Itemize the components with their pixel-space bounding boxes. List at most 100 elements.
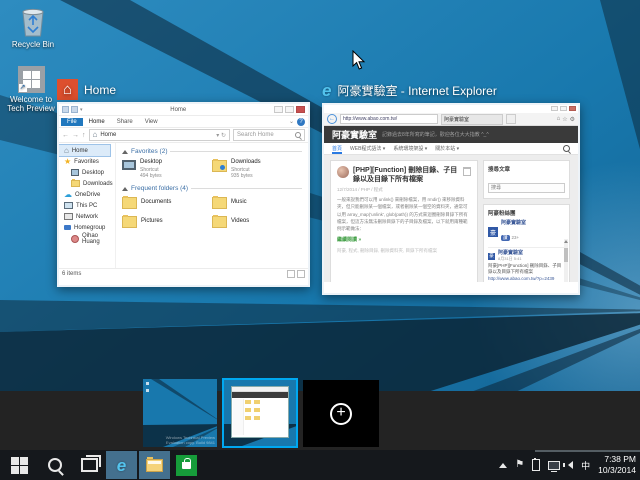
start-button[interactable] <box>0 451 38 479</box>
home-icon: ⌂ <box>64 147 69 155</box>
site-nav: 首頁 WEB程式語法 ▾ 系統環境架設 ▾ 關於本站 ▾ <box>324 143 578 155</box>
article-body: 一般來說我們可以用 unlink() 來刪除檔案，用 rmdir() 來移除資料… <box>337 196 471 232</box>
site-tagline: 記錄過去8年所寫的筆記，歡迎各位大大指教 ^_^ <box>382 131 489 138</box>
explorer-address-bar: ← → ↑ ⌂ Home ▾ ↻ Search Home <box>59 128 308 143</box>
desktop-thumbnail-1[interactable]: Windows Technical Preview Evaluation cop… <box>143 379 217 447</box>
scroll-up-icon <box>564 240 568 243</box>
fb-post-link: http://www.abao.com.tw/?p=2439 <box>488 276 565 281</box>
recycle-bin-icon <box>18 6 48 38</box>
add-desktop-button[interactable]: + <box>303 380 379 447</box>
nav-item-homegroup: Homegroup <box>59 222 115 233</box>
folder-item-documents: Documents <box>122 196 212 209</box>
taskbar-store-button[interactable] <box>172 451 200 479</box>
desktop-thumbnail-2-active[interactable] <box>222 378 298 448</box>
watermark: Windows Technical Preview Evaluation cop… <box>166 435 215 445</box>
taskview-label-ie: e 阿豪實驗室 - Internet Explorer <box>322 82 497 99</box>
show-hidden-icons-button[interactable] <box>499 463 507 468</box>
explorer-nav-pane: ⌂ Home ★ Favorites Desktop Downloads ☁ O… <box>59 143 116 268</box>
minimize-button <box>274 106 283 113</box>
item-size: 494 bytes <box>140 173 162 179</box>
nav-label: Qihao Huang <box>82 233 115 245</box>
site-search-input <box>488 183 565 193</box>
item-name: Downloads <box>231 159 261 167</box>
nav-label: Network <box>76 214 98 220</box>
mouse-cursor <box>352 50 366 70</box>
taskview-thumbnail-explorer[interactable]: ▾ Home File Home Share View ⌄ ? ← → ↑ ⌂ <box>57 102 310 287</box>
taskview-window-title: Home <box>84 83 116 97</box>
item-name: Videos <box>231 218 249 228</box>
minimize-button <box>551 106 558 111</box>
tab-file: File <box>61 118 83 126</box>
article-meta: 12/7/2014 / PHP / 程式 <box>337 187 471 193</box>
tab-view: View <box>139 118 164 126</box>
store-tile <box>176 455 197 476</box>
folder-icon <box>122 216 137 228</box>
shortcut-arrow-icon: ↗ <box>19 84 27 92</box>
fb-post-time: 8月31日 5:41 <box>498 256 523 262</box>
fb-scrollbar <box>564 239 568 282</box>
taskbar-ie-button[interactable]: e <box>106 451 137 479</box>
group-title: Frequent folders (4) <box>131 185 188 192</box>
task-view-button[interactable] <box>72 451 106 479</box>
read-more-link: 繼續閱讀 » <box>337 236 471 243</box>
explorer-status-bar: 6 items <box>59 268 308 278</box>
address-dropdown-icon: ▾ ↻ <box>216 132 226 139</box>
ie-toolbar-icons: ⌂ ☆ ⚙ <box>557 116 575 123</box>
search-icon <box>295 132 301 138</box>
explorer-home-icon: ⌂ <box>57 79 78 100</box>
welcome-tile: ↗ <box>18 66 45 93</box>
taskview-window-title: 阿豪實驗室 - Internet Explorer <box>337 82 496 99</box>
desktop-icon-recycle-bin[interactable]: Recycle Bin <box>4 6 62 49</box>
site-body: [PHP][Function] 刪除目錄、子目錄以及目錄下所有檔案 12/7/2… <box>324 155 578 282</box>
up-icon: ↑ <box>82 132 86 139</box>
quick-access-toolbar: ▾ <box>62 106 83 113</box>
computer-icon <box>64 202 73 209</box>
explorer-ribbon-tabs: File Home Share View ⌄ ? <box>59 116 308 128</box>
folder-item-pictures: Pictures <box>122 215 212 228</box>
action-center-flag-icon[interactable]: ⚑ <box>515 460 524 470</box>
nav-item-onedrive: ☁ OneDrive <box>59 189 115 200</box>
menu-about: 關於本站 ▾ <box>435 145 459 152</box>
folder-icon <box>122 197 137 209</box>
details-view-icon <box>287 270 295 278</box>
homegroup-icon <box>64 225 71 230</box>
taskbar-explorer-button[interactable] <box>139 451 170 479</box>
user-icon <box>71 235 79 243</box>
network-icon[interactable] <box>548 461 560 470</box>
taskview-label-explorer: ⌂ Home <box>57 79 116 100</box>
fb-card-title: 阿豪粉絲團 <box>488 209 565 217</box>
item-name: Documents <box>141 199 171 209</box>
file-item-downloads: Downloads Shortcut 935 bytes <box>212 159 302 179</box>
item-name: Desktop <box>140 159 162 167</box>
taskbar-clock[interactable]: 7:38 PM 10/3/2014 <box>598 454 636 477</box>
item-kind: Shortcut <box>140 167 162 173</box>
battery-icon[interactable] <box>532 459 540 471</box>
folder-item-music: Music <box>212 196 302 209</box>
site-brand: 阿豪實驗室 <box>332 128 377 141</box>
mini-desktop-icon <box>146 389 149 392</box>
nav-label: Home <box>72 148 88 154</box>
item-name: Music <box>231 199 247 209</box>
item-count: 6 items <box>62 271 81 277</box>
nav-item-thispc: This PC <box>59 200 115 211</box>
forward-icon: → <box>72 132 79 139</box>
collapse-icon <box>122 187 128 191</box>
browser-tab: 阿豪實驗室 <box>441 114 503 125</box>
star-icon: ★ <box>64 158 71 166</box>
taskview-thumbnail-ie[interactable]: ← http://www.abao.com.tw/ 阿豪實驗室 ⌂ ☆ ⚙ 阿豪… <box>322 103 580 295</box>
explorer-window-title: Home <box>83 107 274 113</box>
desktop-icon-welcome[interactable]: ↗ Welcome to Tech Preview <box>2 66 60 113</box>
ime-indicator[interactable]: 中 <box>581 459 590 472</box>
system-tray: ⚑ 中 7:38 PM 10/3/2014 <box>499 450 640 480</box>
item-size: 935 bytes <box>231 173 261 179</box>
ribbon-collapse-icon: ⌄ <box>289 118 294 125</box>
nav-item-favorites: ★ Favorites <box>59 156 115 167</box>
plus-icon: + <box>330 403 352 425</box>
taskbar-search-button[interactable] <box>38 451 72 479</box>
fb-post-avatar: 豪 <box>488 253 495 260</box>
maximize-button <box>285 106 294 113</box>
volume-icon[interactable] <box>568 461 573 469</box>
breadcrumb-text: Home <box>100 132 116 138</box>
nav-item-desktop: Desktop <box>59 167 115 178</box>
settings-gear-icon: ⚙ <box>570 116 575 123</box>
